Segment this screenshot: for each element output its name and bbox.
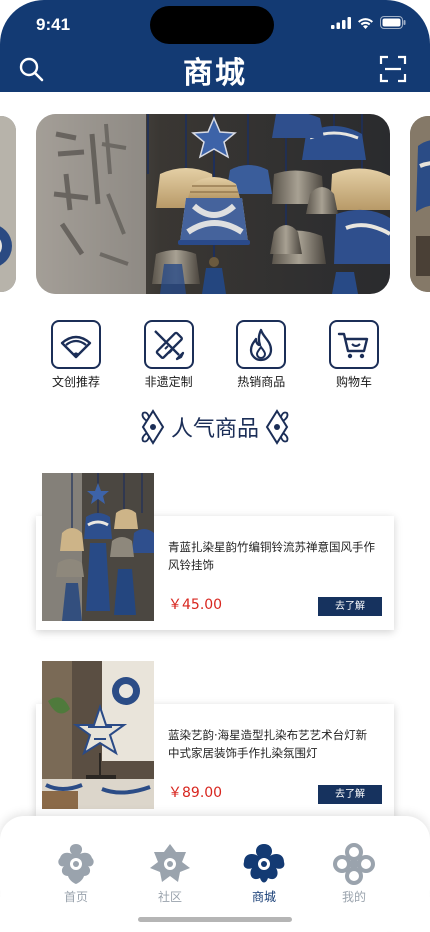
wifi-icon: [358, 17, 373, 29]
product-image[interactable]: [42, 661, 154, 809]
category-icon-box: [328, 320, 379, 369]
flame-icon: [250, 328, 273, 361]
section-title: 人气商品: [170, 417, 259, 442]
signal-icon: [331, 16, 351, 29]
pencil-ruler-icon: [153, 329, 184, 360]
banner-next-image: [410, 116, 430, 292]
banner-next-slide[interactable]: [410, 116, 430, 292]
category-item-cart[interactable]: 购物车: [308, 320, 400, 390]
home-knot-icon: [58, 844, 94, 884]
category-label: 文创推荐: [51, 375, 100, 389]
banner-prev-image: [0, 116, 16, 292]
learn-more-button[interactable]: 去了解: [318, 597, 382, 616]
scan-icon: [379, 55, 407, 83]
cart-icon: [337, 332, 369, 358]
learn-more-button[interactable]: 去了解: [318, 785, 382, 804]
banner-carousel[interactable]: [0, 114, 430, 294]
tab-mall[interactable]: 商城: [234, 842, 294, 905]
fan-icon: [60, 335, 92, 358]
home-indicator[interactable]: [138, 917, 292, 922]
banner-slide[interactable]: [36, 114, 390, 294]
product-name: 青蓝扎染星韵竹编铜铃流苏禅意国风手作风铃挂饰: [168, 540, 375, 572]
ornament-right-icon: [265, 409, 289, 445]
tab-community[interactable]: 社区: [140, 842, 200, 905]
wind-chime-banner-image: [36, 114, 390, 294]
status-bar: 9:41: [0, 0, 430, 44]
product-name: 蓝染艺韵·海星造型扎染布艺艺术台灯新中式家居装饰手作扎染氛围灯: [168, 728, 368, 760]
product-price: ￥45.00: [168, 597, 223, 613]
tab-profile[interactable]: 我的: [324, 842, 384, 905]
page-title: 商城: [183, 56, 247, 91]
tab-label: 社区: [157, 890, 182, 904]
category-label: 购物车: [335, 375, 372, 389]
battery-icon: [380, 16, 406, 29]
phone-screen: 9:41 商城 文创推荐 非遗定制 热销商品 购物车 人气商品 青蓝扎染星韵竹编…: [0, 0, 430, 932]
category-icon-box: [51, 320, 101, 369]
mall-knot-icon: [243, 844, 285, 883]
tab-home[interactable]: 首页: [46, 842, 106, 905]
tab-label: 商城: [251, 890, 276, 904]
category-item-hot[interactable]: 热销商品: [215, 320, 307, 390]
status-time: 9:41: [36, 15, 71, 34]
category-item-cultural[interactable]: 文创推荐: [30, 320, 122, 390]
scan-button[interactable]: [378, 54, 408, 84]
product-image[interactable]: [42, 473, 154, 621]
star-lamp-product-image: [42, 661, 154, 809]
category-grid: 文创推荐 非遗定制 热销商品 购物车: [30, 320, 400, 390]
category-icon-box: [143, 320, 194, 369]
wind-chime-product-image: [42, 473, 154, 621]
category-label: 热销商品: [237, 375, 286, 389]
product-price: ￥89.00: [168, 785, 223, 801]
tab-label: 首页: [63, 890, 88, 904]
tab-bar: 首页 社区 商城 我的: [0, 816, 430, 932]
category-item-custom[interactable]: 非遗定制: [123, 320, 215, 390]
header-bar: 9:41 商城: [0, 0, 430, 92]
ornament-left-icon: [141, 409, 165, 445]
status-icons: [331, 16, 406, 29]
tab-label: 我的: [341, 890, 366, 904]
profile-knot-icon: [333, 843, 375, 885]
dynamic-island: [150, 6, 274, 44]
banner-prev-slide[interactable]: [0, 116, 16, 292]
community-knot-icon: [150, 844, 190, 882]
category-label: 非遗定制: [144, 375, 193, 389]
section-header: 人气商品: [0, 406, 430, 448]
category-icon-box: [236, 320, 287, 369]
